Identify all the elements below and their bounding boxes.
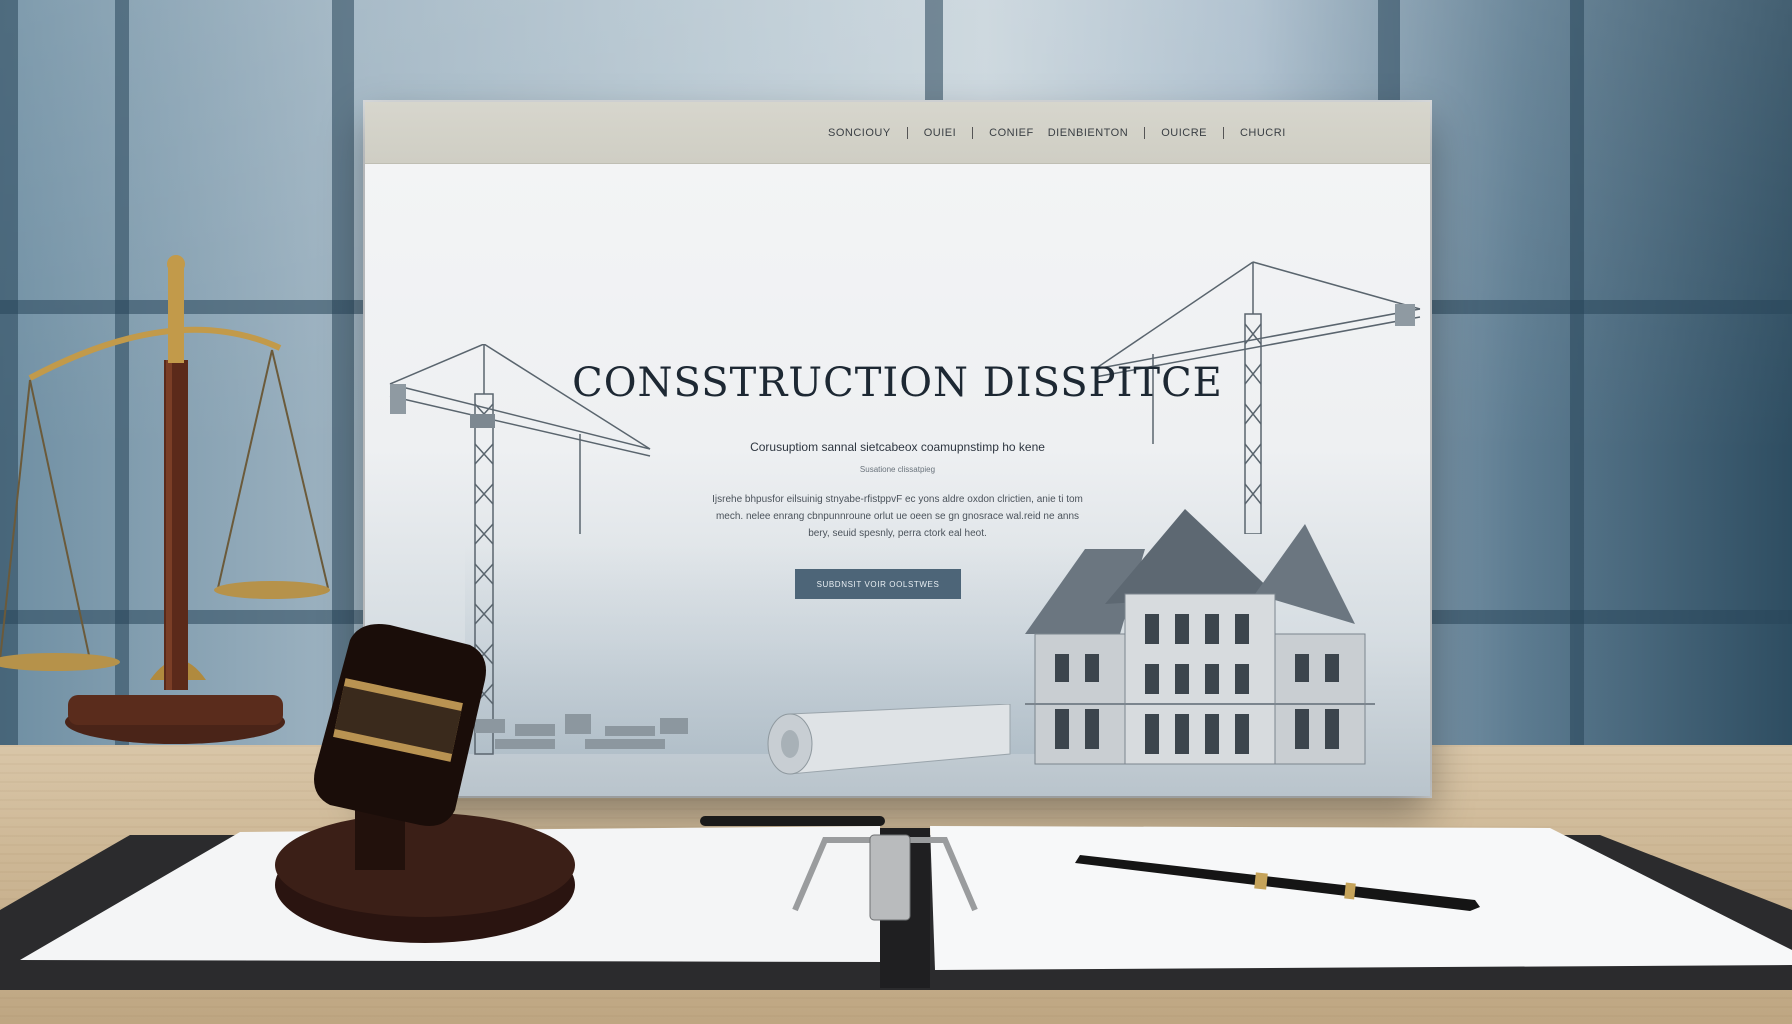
hero-body-text: Ijsrehe bhpusfor eilsuinig stnyabe-rfist…: [712, 494, 1083, 539]
pen-icon: [700, 816, 885, 826]
nav-link-1[interactable]: SONCIOUY: [828, 127, 891, 139]
blueprint-roll: [767, 704, 1011, 775]
nav-divider: [972, 126, 974, 139]
nav-link-3[interactable]: CONIEF: [989, 127, 1034, 139]
pen-icon: [1075, 855, 1480, 911]
house-illustration: [1025, 509, 1375, 765]
window-frame: [1430, 300, 1792, 314]
cta-button[interactable]: SUBDNSIT VOIR OOLSTWES: [795, 569, 961, 599]
gavel-icon: [275, 624, 575, 943]
nav-link-6[interactable]: CHUCRI: [1240, 127, 1286, 139]
hero-title: CONSSTRUCTION DISSPITCE: [572, 360, 1223, 406]
nav-divider: [1144, 126, 1146, 139]
top-navigation: SONCIOUY OUIEI CONIEF DIENBIENTON OUICRE…: [365, 102, 1430, 164]
hero-subtitle: Corusuptiom sannal sietcabeox coamupnsti…: [750, 440, 1045, 454]
clipboard-clip-icon: [792, 834, 978, 921]
window-frame: [925, 0, 943, 110]
window-frame: [1570, 0, 1584, 760]
nav-divider: [906, 126, 908, 139]
nav-link-4[interactable]: DIENBIENTON: [1048, 127, 1128, 139]
window-frame: [1430, 610, 1792, 624]
nav-divider: [1222, 126, 1224, 139]
hero-tagline: Susatione clissatpieg: [859, 465, 936, 474]
nav-link-5[interactable]: OUICRE: [1161, 127, 1207, 139]
nav-link-2[interactable]: OUIEI: [924, 127, 956, 139]
